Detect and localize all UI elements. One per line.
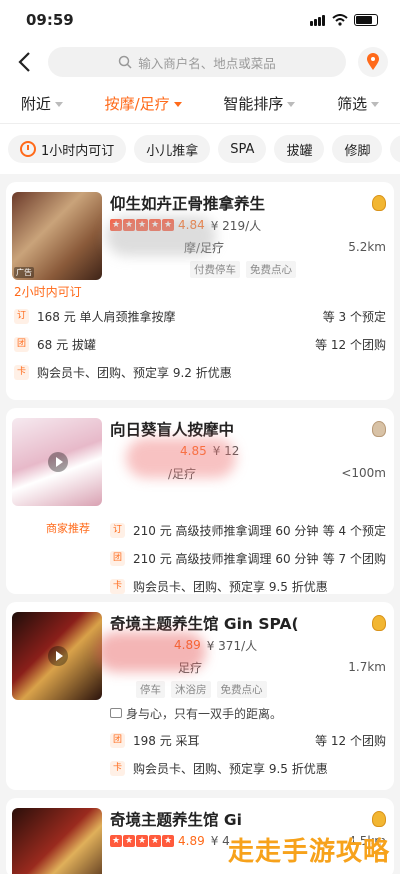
signal-icon <box>310 11 326 30</box>
chip-kids[interactable]: 小儿推拿 <box>134 135 211 163</box>
chevron-down-icon <box>54 102 63 107</box>
facility-tag: 免费点心 <box>246 260 296 278</box>
medal-icon <box>372 421 386 437</box>
chevron-down-icon <box>173 102 182 107</box>
battery-icon <box>354 14 378 26</box>
play-icon <box>48 646 68 666</box>
filter-category[interactable]: 按摩/足疗 <box>105 93 182 114</box>
merchant-name: 向日葵盲人按摩中 <box>110 418 386 440</box>
play-icon <box>48 452 68 472</box>
merchant-photo: 广告 <box>12 192 102 280</box>
filter-sort[interactable]: 智能排序 <box>223 93 296 114</box>
merchant-photo <box>12 418 102 506</box>
booking-note: 2小时内可订 <box>14 284 82 299</box>
watermark: 走走手游攻略 <box>227 837 390 867</box>
deal-row[interactable]: 订 168 元 单人肩颈推拿按摩等 3 个预定 <box>14 302 386 330</box>
search-icon <box>118 55 132 69</box>
merchant-name: 奇境主题养生馆 Gi <box>110 808 386 830</box>
medal-icon <box>372 195 386 211</box>
medal-icon <box>372 615 386 631</box>
deal-row[interactable]: 卡购会员卡、团购、预定享 9.2 折优惠 <box>14 358 386 386</box>
merchant-card[interactable]: 广告 仰生如卉正骨推拿养生 ★ ★ ★ ★ ★ 4.84 ¥ 219/人 摩/足疗 5.… <box>6 182 394 400</box>
location-pin-icon[interactable] <box>358 47 388 77</box>
deal-row[interactable]: 卡购会员卡、团购、预定享 9.5 折优惠 <box>110 572 386 600</box>
chip-pedicure[interactable]: 修脚 <box>332 135 383 163</box>
merchant-photo <box>12 612 102 700</box>
merchant-name: 奇境主题养生馆 Gin SPA( <box>110 612 386 634</box>
chevron-down-icon <box>287 102 296 107</box>
back-icon[interactable] <box>12 51 36 73</box>
filter-nearby[interactable]: 附近 <box>21 93 63 114</box>
avg-price: ¥ 219/人 <box>210 218 262 233</box>
facility-tag: 沐浴房 <box>171 680 211 698</box>
chip-spa[interactable]: SPA <box>218 135 267 163</box>
wifi-icon <box>332 14 348 26</box>
deal-row[interactable]: 卡购会员卡、团购、预定享 9.5 折优惠 <box>110 754 386 782</box>
medal-icon <box>372 811 386 827</box>
clock-icon <box>20 141 36 157</box>
status-bar: 09:59 <box>0 0 400 40</box>
comment-icon <box>110 708 122 718</box>
distance: <100m <box>341 466 386 480</box>
merchant-slogan: 身与心，只有一双手的距离。 <box>126 706 283 721</box>
merchant-card[interactable]: 奇境主题养生馆 Gin SPA( 4.89 ¥ 371/人 足疗 1.7km 停… <box>6 602 394 790</box>
chip-scraping[interactable]: 刮 <box>390 135 400 163</box>
merchant-recommend-tag: 商家推荐 <box>46 522 90 535</box>
rating-stars: ★ ★ ★ ★ ★ <box>110 835 174 847</box>
filter-bar: 附近 按摩/足疗 智能排序 筛选 <box>0 84 400 124</box>
rating-score: 4.89 <box>178 834 205 848</box>
chip-1h[interactable]: 1小时内可订 <box>8 135 127 163</box>
search-input[interactable]: 输入商户名、地点或菜品 <box>48 47 346 77</box>
deal-row[interactable]: 团 210 元 高级技师推拿调理 60 分钟等 7 个团购 <box>110 544 386 572</box>
deal-row[interactable]: 团 68 元 拔罐等 12 个团购 <box>14 330 386 358</box>
chip-cupping[interactable]: 拔罐 <box>274 135 325 163</box>
ad-tag: 广告 <box>14 267 34 278</box>
chevron-down-icon <box>371 102 380 107</box>
deal-row[interactable]: 订 210 元 高级技师推拿调理 60 分钟等 4 个预定 <box>110 516 386 544</box>
merchant-card[interactable]: 向日葵盲人按摩中 4.85 ¥ 12 /足疗 <100m 订 210 元 高级技师… <box>6 408 394 594</box>
merchant-name: 仰生如卉正骨推拿养生 <box>110 192 386 214</box>
status-time: 09:59 <box>26 11 74 29</box>
avg-price: ¥ 4 <box>210 834 230 848</box>
merchant-photo <box>12 808 102 874</box>
facility-tag: 免费点心 <box>216 680 267 698</box>
distance: 1.7km <box>348 660 386 674</box>
distance: 5.2km <box>348 240 386 254</box>
search-row: 输入商户名、地点或菜品 <box>0 40 400 84</box>
facility-tag: 停车 <box>136 680 165 698</box>
avg-price: ¥ 371/人 <box>206 638 258 653</box>
facility-tag: 付费停车 <box>190 260 240 278</box>
search-placeholder: 输入商户名、地点或菜品 <box>138 55 276 71</box>
deal-row[interactable]: 团 198 元 采耳等 12 个团购 <box>110 726 386 754</box>
quick-filter-chips: 1小时内可订 小儿推拿 SPA 拔罐 修脚 刮 <box>0 124 400 174</box>
filter-more[interactable]: 筛选 <box>337 93 380 114</box>
